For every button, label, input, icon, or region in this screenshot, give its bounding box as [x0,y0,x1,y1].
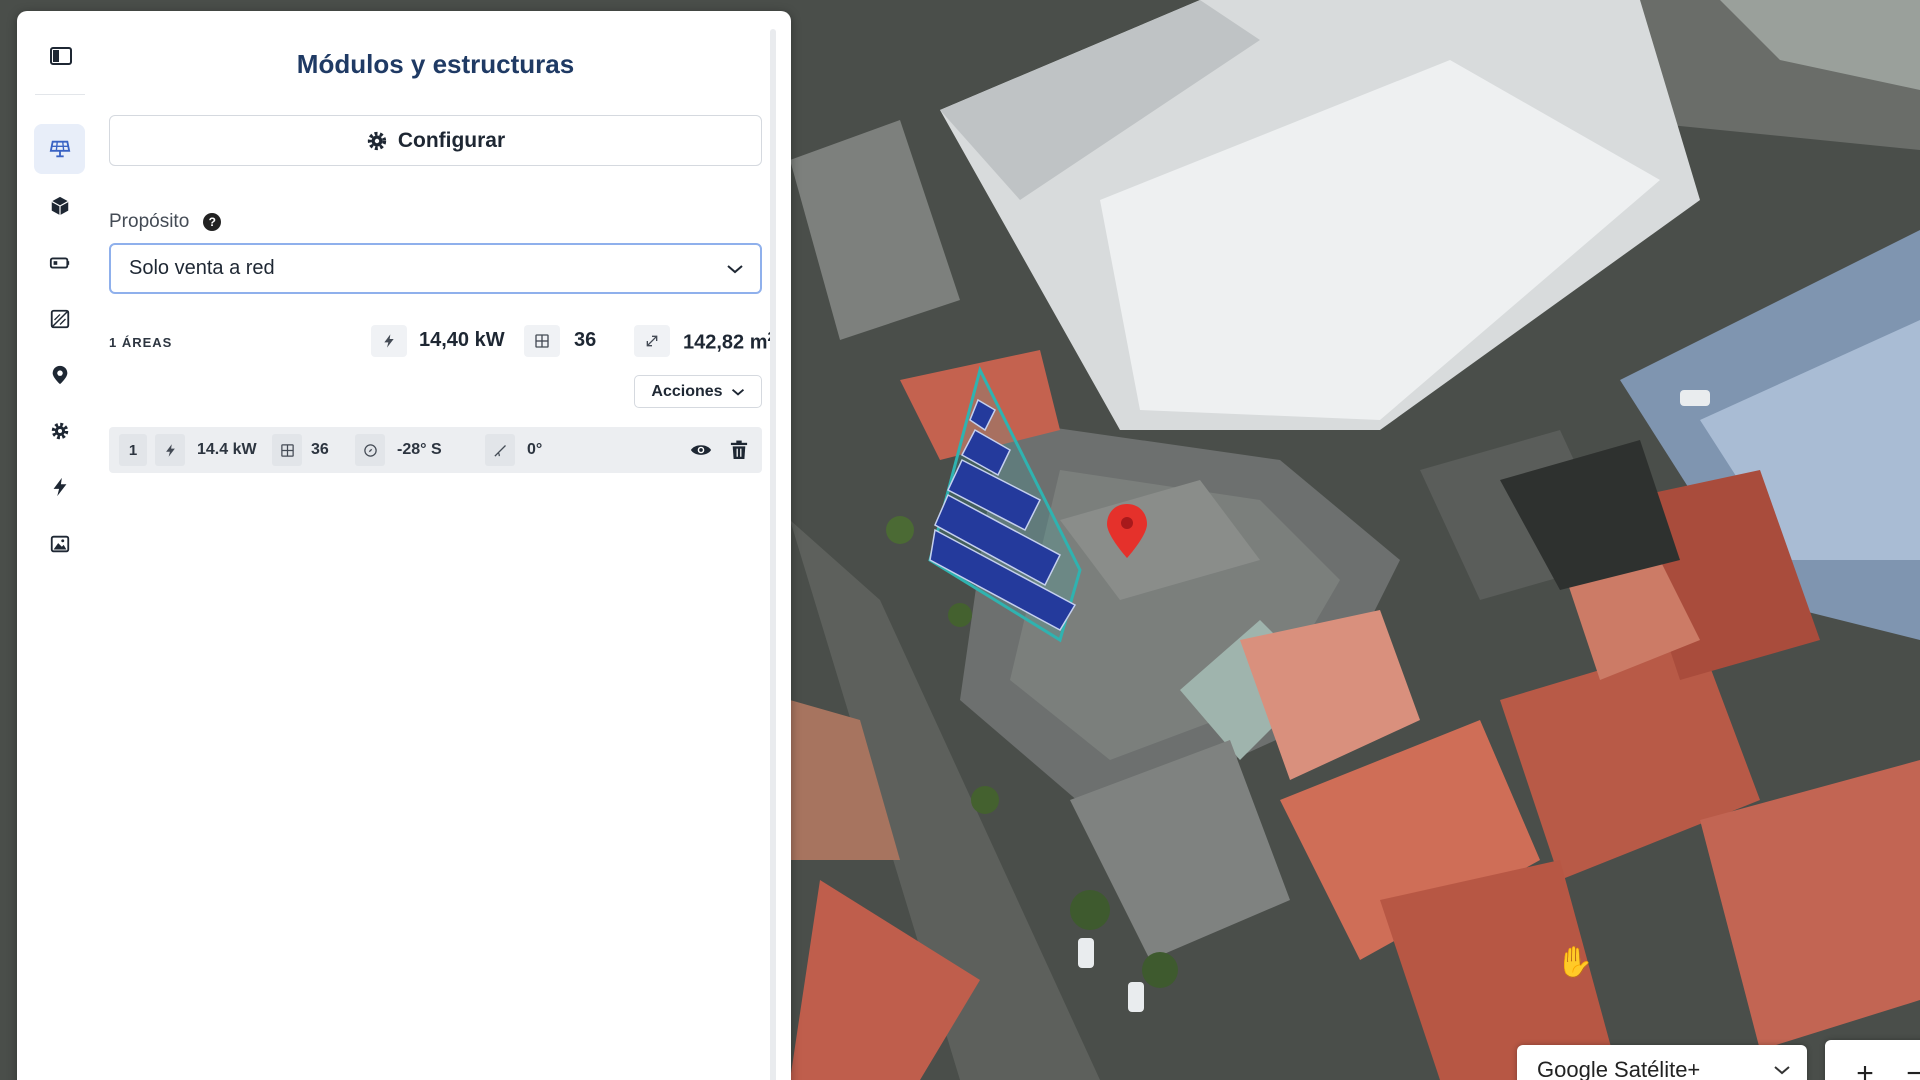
configure-button[interactable]: Configurar [109,115,762,166]
location-pin-icon [52,365,67,385]
grid-icon [280,443,294,457]
total-modules: 36 [574,329,597,351]
map-layer-select[interactable]: Google Satélite+ [1517,1045,1807,1080]
gear-icon [51,422,68,440]
rail-divider [35,94,85,95]
area-power-chip [155,434,185,466]
zoom-in-button[interactable]: + [1845,1054,1885,1080]
area-tilt-chip [485,434,515,466]
image-icon [50,535,69,553]
area-index: 1 [119,434,147,466]
delete-area-button[interactable] [725,436,753,464]
purpose-select[interactable]: Solo venta a red [109,243,762,294]
rail-item-images[interactable] [34,519,85,569]
lightning-icon [165,443,175,457]
power-chip [371,325,407,357]
lightning-icon [53,477,66,497]
battery-icon [49,257,69,269]
help-icon[interactable]: ? [203,213,222,231]
lightning-icon [384,334,394,348]
panel-content: Módulos y estructuras Configurar Propósi… [109,11,775,1080]
panel-scrollbar[interactable] [770,29,776,1080]
expand-icon [646,335,658,347]
actions-dropdown-button[interactable]: Acciones [634,375,762,408]
total-power: 14,40 kW [419,329,505,351]
side-panel: Módulos y estructuras Configurar Propósi… [17,11,791,1080]
eye-icon [690,445,712,455]
purpose-select-value: Solo venta a red [129,257,275,279]
area-tilt: 0° [527,441,543,458]
toggle-visibility-button[interactable] [687,436,715,464]
rail-item-3d[interactable] [34,181,85,231]
map-layer-value: Google Satélite+ [1537,1057,1701,1080]
purpose-label-row: Propósito ? [109,211,222,233]
trash-icon [730,440,748,459]
areas-summary: 1 ÁREAS 14,40 kW 36 142,82 m2 [109,325,775,359]
area-modules-chip [272,434,302,466]
area-modules: 36 [311,441,329,458]
area-azimuth: -28° S [397,441,442,458]
tilt-angle-icon [493,444,506,457]
svg-text:✋: ✋ [1556,944,1593,980]
grid-icon [535,334,549,348]
area-row[interactable]: 1 14.4 kW 36 -28° S 0° [109,427,762,473]
rail-item-settings[interactable] [34,406,85,456]
compass-icon [363,443,377,457]
area-power: 14.4 kW [197,441,257,458]
area-chip [634,325,670,357]
rail-item-battery[interactable] [34,238,85,288]
page-title: Módulos y estructuras [296,49,575,79]
rail-item-location[interactable] [34,350,85,400]
rail-item-modules[interactable] [34,124,85,174]
areas-count-label: 1 ÁREAS [109,335,173,350]
chevron-down-icon [1774,1066,1790,1075]
chevron-down-icon [731,388,744,396]
rail-item-electrical[interactable] [34,462,85,512]
zoom-out-button[interactable]: − [1895,1054,1920,1080]
solar-panel-icon [49,140,70,158]
cube-icon [50,196,69,216]
shading-icon [50,309,69,329]
icon-rail [17,11,101,1080]
sidebar-toggle-button[interactable] [47,42,75,70]
chevron-down-icon [727,264,743,273]
actions-label: Acciones [651,382,723,400]
area-azimuth-chip [355,434,385,466]
modules-chip [524,325,560,357]
total-area: 142,82 m2 [683,329,775,355]
sidebar-toggle-icon [50,47,72,65]
zoom-controls: + − [1825,1040,1920,1080]
total-area-value: 142,82 m [683,331,768,354]
gear-icon [367,131,386,150]
configure-button-label: Configurar [397,128,506,152]
rail-item-shading[interactable] [34,294,85,344]
purpose-label: Propósito [109,211,190,232]
